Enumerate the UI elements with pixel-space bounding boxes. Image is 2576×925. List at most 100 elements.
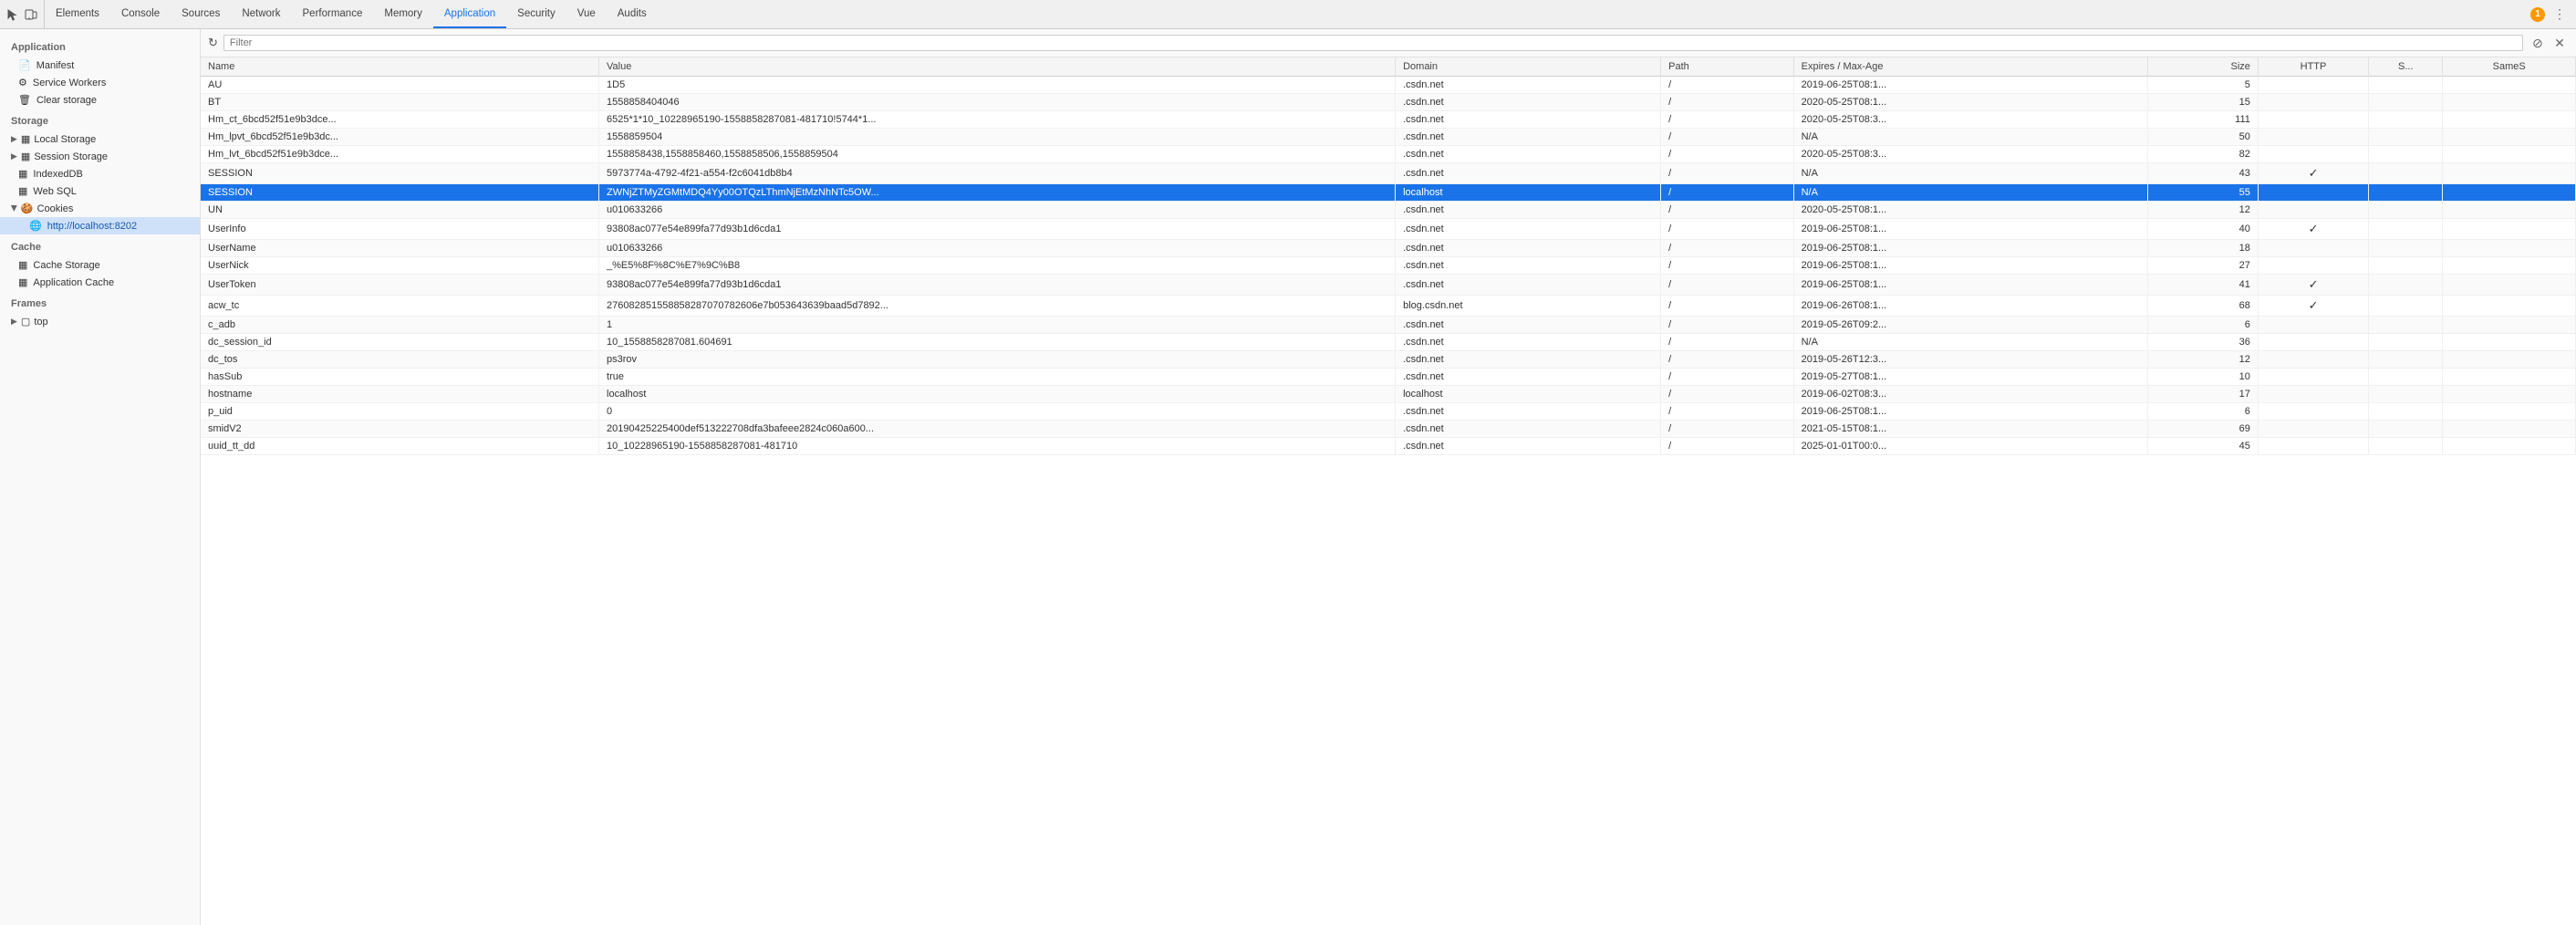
sidebar-item-manifest[interactable]: 📄 Manifest (0, 57, 200, 74)
tab-elements[interactable]: Elements (45, 0, 110, 28)
table-row[interactable]: UserToken93808ac077e54e899fa77d93b1d6cda… (201, 275, 2576, 296)
sidebar-label-session-storage: Session Storage (34, 151, 108, 162)
filter-input-wrap (223, 35, 2523, 51)
manifest-icon: 📄 (18, 59, 31, 71)
table-body: AU1D5.csdn.net/2019-06-25T08:1...5BT1558… (201, 77, 2576, 455)
table-row[interactable]: SESSIONZWNjZTMyZGMtMDQ4Yy00OTQzLThmNjEtM… (201, 184, 2576, 202)
service-workers-icon: ⚙ (18, 77, 27, 88)
chevron-cookies: ▶ (9, 205, 19, 212)
col-header-samesite[interactable]: SameS (2443, 57, 2576, 77)
sidebar-item-cache-storage[interactable]: ▦ Cache Storage (0, 256, 200, 274)
tab-performance[interactable]: Performance (292, 0, 374, 28)
table-row[interactable]: SESSION5973774a-4792-4f21-a554-f2c6041db… (201, 163, 2576, 184)
toolbar-icons (0, 0, 45, 28)
sidebar-label-cookies: Cookies (37, 203, 74, 214)
section-title-storage: Storage (0, 109, 200, 130)
tab-memory[interactable]: Memory (373, 0, 433, 28)
sidebar-label-indexeddb: IndexedDB (33, 169, 82, 180)
cache-storage-icon: ▦ (18, 259, 27, 271)
filter-close-button[interactable]: ✕ (2550, 34, 2569, 52)
table-row[interactable]: BT1558858404046.csdn.net/2020-05-25T08:1… (201, 94, 2576, 111)
table-header-row: Name Value Domain Path Expires / Max-Age… (201, 57, 2576, 77)
application-cache-icon: ▦ (18, 276, 27, 288)
sidebar-label-web-sql: Web SQL (33, 186, 77, 197)
sidebar-item-cookies[interactable]: ▶ 🍪 Cookies (0, 200, 200, 217)
table-row[interactable]: dc_session_id10_1558858287081.604691.csd… (201, 334, 2576, 351)
cookies-table-wrap: Name Value Domain Path Expires / Max-Age… (201, 57, 2576, 925)
table-row[interactable]: hasSubtrue.csdn.net/2019-05-27T08:1...10 (201, 369, 2576, 386)
tab-audits[interactable]: Audits (607, 0, 658, 28)
cursor-icon[interactable] (5, 7, 20, 22)
col-header-expires[interactable]: Expires / Max-Age (1793, 57, 2147, 77)
more-options-button[interactable]: ⋮ (2550, 5, 2569, 24)
cookies-icon: 🍪 (21, 203, 34, 214)
table-row[interactable]: dc_tosps3rov.csdn.net/2019-05-26T12:3...… (201, 351, 2576, 369)
table-row[interactable]: uuid_tt_dd10_10228965190-1558858287081-4… (201, 438, 2576, 455)
content-area: ↻ ⊘ ✕ Name Value Domain Path Expires / M… (201, 29, 2576, 925)
filter-input[interactable] (230, 37, 2517, 48)
tab-security[interactable]: Security (506, 0, 566, 28)
tab-application[interactable]: Application (433, 0, 506, 28)
table-row[interactable]: Hm_lvt_6bcd52f51e9b3dce...1558858438,155… (201, 146, 2576, 163)
sidebar-label-application-cache: Application Cache (33, 277, 114, 288)
sidebar-item-application-cache[interactable]: ▦ Application Cache (0, 274, 200, 291)
col-header-s[interactable]: S... (2369, 57, 2443, 77)
refresh-button[interactable]: ↻ (208, 36, 218, 50)
sidebar-label-frames-top: top (34, 317, 47, 327)
warning-badge: 1 (2530, 7, 2545, 22)
chevron-local-storage: ▶ (11, 134, 17, 144)
table-row[interactable]: UserNameu010633266.csdn.net/2019-06-25T0… (201, 240, 2576, 257)
sidebar-label-local-storage: Local Storage (34, 134, 96, 145)
sidebar-label-clear-storage: Clear storage (36, 95, 97, 106)
sidebar-item-local-storage[interactable]: ▶ ▦ Local Storage (0, 130, 200, 148)
sidebar-label-localhost: http://localhost:8202 (47, 221, 137, 232)
table-row[interactable]: hostnamelocalhostlocalhost/2019-06-02T08… (201, 386, 2576, 403)
filter-clear-button[interactable]: ⊘ (2529, 34, 2547, 52)
sidebar-label-manifest: Manifest (36, 60, 75, 71)
sidebar-item-frames-top[interactable]: ▶ ▢ top (0, 313, 200, 330)
toolbar-right: 1 ⋮ (2523, 0, 2576, 28)
filter-actions: ⊘ ✕ (2529, 34, 2569, 52)
sidebar-item-service-workers[interactable]: ⚙ Service Workers (0, 74, 200, 91)
device-icon[interactable] (24, 7, 38, 22)
col-header-name[interactable]: Name (201, 57, 599, 77)
tab-vue[interactable]: Vue (566, 0, 607, 28)
col-header-domain[interactable]: Domain (1396, 57, 1661, 77)
sidebar-label-cache-storage: Cache Storage (33, 260, 99, 271)
col-header-http[interactable]: HTTP (2258, 57, 2368, 77)
col-header-value[interactable]: Value (599, 57, 1396, 77)
cookies-table: Name Value Domain Path Expires / Max-Age… (201, 57, 2576, 455)
table-row[interactable]: Hm_ct_6bcd52f51e9b3dce...6525*1*10_10228… (201, 111, 2576, 129)
chevron-session-storage: ▶ (11, 151, 17, 161)
sidebar-item-localhost[interactable]: 🌐 http://localhost:8202 (0, 217, 200, 234)
sidebar-item-clear-storage[interactable]: 🗑 Clear storage (0, 91, 200, 109)
table-row[interactable]: UNu010633266.csdn.net/2020-05-25T08:1...… (201, 202, 2576, 219)
sidebar-label-service-workers: Service Workers (33, 78, 106, 88)
sidebar: Application 📄 Manifest ⚙ Service Workers… (0, 29, 201, 925)
col-header-size[interactable]: Size (2147, 57, 2258, 77)
globe-icon: 🌐 (29, 220, 42, 232)
table-row[interactable]: c_adb1.csdn.net/2019-05-26T09:2...6 (201, 317, 2576, 334)
indexeddb-icon: ▦ (18, 168, 27, 180)
table-row[interactable]: acw_tc276082851558858287070782606e7b0536… (201, 296, 2576, 317)
clear-storage-icon: 🗑 (18, 94, 31, 106)
table-row[interactable]: smidV220190425225400def513222708dfa3bafe… (201, 421, 2576, 438)
frames-icon: ▢ (21, 316, 30, 327)
tab-network[interactable]: Network (231, 0, 291, 28)
sidebar-item-session-storage[interactable]: ▶ ▦ Session Storage (0, 148, 200, 165)
session-storage-icon: ▦ (21, 151, 30, 162)
table-row[interactable]: UserNick_%E5%8F%8C%E7%9C%B8.csdn.net/201… (201, 257, 2576, 275)
section-title-cache: Cache (0, 234, 200, 256)
web-sql-icon: ▦ (18, 185, 27, 197)
tab-sources[interactable]: Sources (171, 0, 231, 28)
section-title-frames: Frames (0, 291, 200, 313)
table-row[interactable]: p_uid0.csdn.net/2019-06-25T08:1...6 (201, 403, 2576, 421)
tab-console[interactable]: Console (110, 0, 171, 28)
table-row[interactable]: AU1D5.csdn.net/2019-06-25T08:1...5 (201, 77, 2576, 94)
sidebar-item-web-sql[interactable]: ▦ Web SQL (0, 182, 200, 200)
sidebar-item-indexeddb[interactable]: ▦ IndexedDB (0, 165, 200, 182)
col-header-path[interactable]: Path (1661, 57, 1794, 77)
chevron-frames-top: ▶ (11, 317, 17, 327)
table-row[interactable]: UserInfo93808ac077e54e899fa77d93b1d6cda1… (201, 219, 2576, 240)
table-row[interactable]: Hm_lpvt_6bcd52f51e9b3dc...1558859504.csd… (201, 129, 2576, 146)
